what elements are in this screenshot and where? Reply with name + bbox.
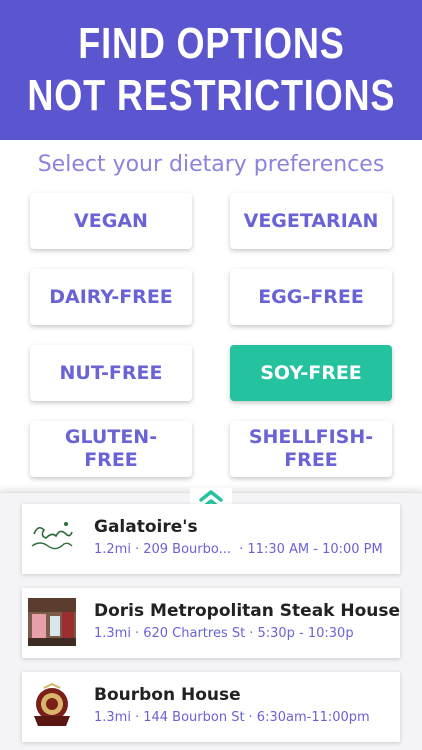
- restaurant-name: Galatoire's: [94, 517, 198, 537]
- preferences-title: Select your dietary preferences: [37, 152, 385, 177]
- pref-label: EGG-FREE: [258, 285, 364, 308]
- pref-label: GLUTEN- FREE: [64, 426, 158, 471]
- banner-title-line-1: FIND OPTIONS: [77, 19, 345, 68]
- restaurant-photo: [28, 598, 76, 646]
- restaurant-card-galatoires[interactable]: Galatoire's 1.2mi · 209 Bourbo... · 11:30…: [22, 504, 400, 574]
- restaurant-meta: 1.3mi · 144 Bourbon St · 6:30am-11:00pm: [94, 710, 374, 725]
- restaurant-meta: 1.2mi · 209 Bourbo... · 11:30 AM - 10:00 …: [94, 542, 387, 557]
- restaurant-name: Bourbon House: [94, 685, 241, 705]
- pref-vegan-button[interactable]: VEGAN: [30, 193, 192, 249]
- pref-vegetarian-button[interactable]: VEGETARIAN: [230, 193, 392, 249]
- pref-egg-free-button[interactable]: EGG-FREE: [230, 269, 392, 325]
- restaurant-distance: 1.2mi: [94, 542, 131, 557]
- banner-title-line-2: NOT RESTRICTIONS: [27, 71, 395, 120]
- restaurant-logo: [28, 514, 76, 562]
- pref-soy-free-button[interactable]: SOY-FREE: [230, 345, 392, 401]
- restaurant-name: Doris Metropolitan Steak House: [94, 601, 401, 621]
- restaurant-distance: 1.3mi: [94, 710, 131, 725]
- pref-label: DAIRY-FREE: [49, 285, 173, 308]
- header-banner: FIND OPTIONS NOT RESTRICTIONS: [0, 0, 422, 140]
- pref-label: SHELLFISH- FREE: [248, 426, 374, 471]
- restaurant-hours: · 11:30 AM - 10:00 PM: [239, 542, 383, 557]
- pref-label: NUT-FREE: [59, 361, 163, 384]
- restaurant-card-doris[interactable]: Doris Metropolitan Steak House 1.3mi · 62…: [22, 588, 400, 658]
- pref-label: SOY-FREE: [260, 361, 362, 384]
- restaurant-hours: · 6:30am-11:00pm: [248, 710, 370, 725]
- restaurant-address: · 620 Chartres St: [134, 626, 246, 641]
- pref-dairy-free-button[interactable]: DAIRY-FREE: [30, 269, 192, 325]
- restaurant-address: · 209 Bourbo...: [134, 542, 231, 557]
- restaurant-hours: · 5:30p - 10:30p: [249, 626, 354, 641]
- pref-label: VEGAN: [74, 209, 148, 232]
- pref-nut-free-button[interactable]: NUT-FREE: [30, 345, 192, 401]
- pref-shellfish-free-button[interactable]: SHELLFISH- FREE: [230, 421, 392, 477]
- pref-label: VEGETARIAN: [243, 209, 379, 232]
- pref-gluten-free-button[interactable]: GLUTEN- FREE: [30, 421, 192, 477]
- restaurant-address: · 144 Bourbon St: [134, 710, 245, 725]
- restaurant-meta: 1.3mi · 620 Chartres St · 5:30p - 10:30p: [94, 626, 358, 641]
- restaurant-distance: 1.3mi: [94, 626, 131, 641]
- restaurant-card-bourbon-house[interactable]: Bourbon House 1.3mi · 144 Bourbon St · 6:3…: [22, 672, 400, 742]
- restaurant-logo: [28, 682, 76, 730]
